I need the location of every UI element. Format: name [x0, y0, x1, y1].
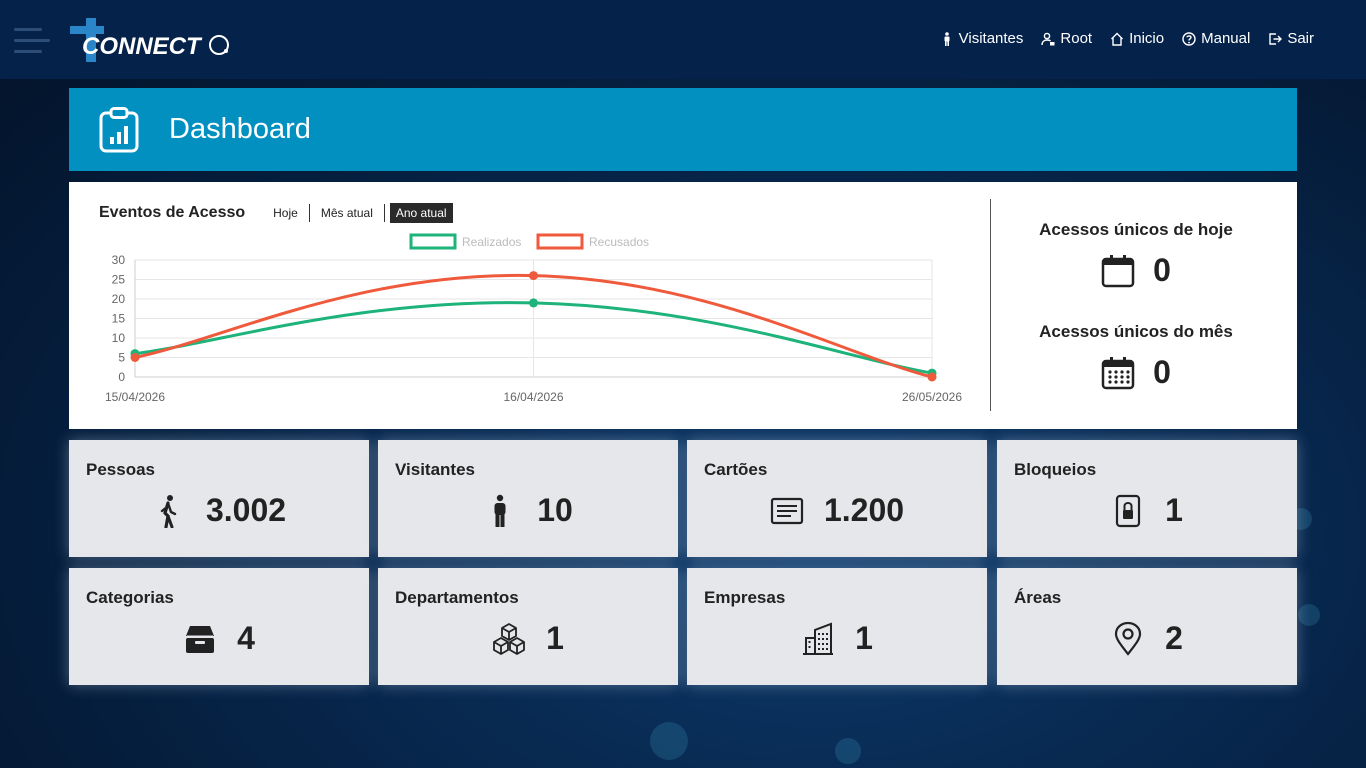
standing-person-icon [494, 494, 506, 527]
connect-logo: CONNECT [70, 18, 229, 62]
card-label: Pessoas [86, 460, 155, 479]
card-label: Visitantes [395, 460, 476, 479]
location-pin-icon [1114, 621, 1142, 656]
unique-month-value: 0 [1153, 354, 1171, 390]
card-value: 10 [537, 492, 573, 528]
y-tick-label: 5 [118, 351, 125, 365]
nav-manual[interactable]: Manual [1182, 30, 1250, 47]
card-empresas[interactable]: Empresas 1 [687, 568, 987, 685]
background-bokeh [1298, 604, 1320, 626]
nav-root[interactable]: Root [1041, 30, 1092, 47]
x-tick-label: 15/04/2026 [105, 390, 165, 404]
nav-label: Inicio [1129, 30, 1165, 47]
legend-swatch [536, 233, 584, 250]
card-value: 3.002 [205, 492, 287, 528]
y-tick-label: 30 [112, 253, 126, 267]
legend-swatch [409, 233, 457, 250]
calendar-grid-icon [1101, 356, 1135, 389]
cubes-icon [493, 622, 525, 655]
unique-month-label: Acessos únicos do mês [1039, 322, 1233, 341]
card-value: 4 [237, 620, 255, 656]
y-tick-label: 20 [112, 292, 126, 306]
card-value: 2 [1165, 620, 1183, 656]
data-point [529, 298, 538, 308]
card-label: Categorias [86, 588, 174, 607]
access-events-panel: Eventos de Acesso Hoje Mês atual Ano atu… [69, 182, 1297, 429]
box-icon [186, 625, 215, 653]
background-bokeh [650, 722, 688, 760]
user-lock-icon [1041, 32, 1055, 45]
card-value: 1 [546, 620, 564, 656]
legend-label: Realizados [462, 235, 521, 249]
legend-label: Recusados [589, 235, 649, 249]
top-nav: Visitantes Root Inicio Manual Sair [940, 30, 1314, 47]
unique-month-block: Acessos únicos do mês 0 [1009, 322, 1263, 391]
card-label: Cartões [704, 460, 768, 479]
building-icon [803, 622, 834, 655]
nav-inicio[interactable]: Inicio [1110, 30, 1164, 47]
card-label: Empresas [704, 588, 786, 607]
unique-today-label: Acessos únicos de hoje [1039, 220, 1233, 239]
nav-label: Manual [1201, 30, 1251, 47]
y-tick-label: 0 [118, 370, 125, 384]
card-bloqueios[interactable]: Bloqueios 1 [997, 440, 1297, 557]
dashboard-banner: Dashboard [69, 88, 1297, 171]
nav-sair[interactable]: Sair [1268, 30, 1314, 47]
card-departamentos[interactable]: Departamentos 1 [378, 568, 678, 685]
walking-person-icon [160, 494, 177, 528]
card-lines-icon [770, 497, 804, 524]
card-value: 1 [1165, 492, 1183, 528]
data-point [927, 372, 937, 382]
card-visitantes[interactable]: Visitantes 10 [378, 440, 678, 557]
unique-today-value: 0 [1153, 252, 1171, 288]
y-tick-label: 25 [112, 273, 126, 287]
help-circle-icon [1182, 31, 1196, 46]
data-point [529, 271, 538, 281]
nav-visitantes[interactable]: Visitantes [940, 30, 1024, 47]
access-events-chart: 0 5 10 15 20 25 30 15/04/2026 16/04/2026 26/05/20… [105, 233, 962, 404]
background-bokeh [835, 738, 861, 764]
y-tick-label: 15 [112, 312, 126, 326]
data-point [130, 353, 140, 362]
card-value: 1 [855, 620, 873, 656]
calendar-icon [1101, 254, 1135, 287]
panel-divider [990, 199, 991, 411]
menu-toggle-icon[interactable] [14, 28, 50, 54]
unique-today-block: Acessos únicos de hoje 0 [1009, 220, 1263, 289]
home-icon [1111, 32, 1124, 46]
clipboard-chart-icon [99, 106, 139, 152]
card-label: Áreas [1014, 588, 1062, 607]
logout-icon [1269, 32, 1283, 45]
top-header: CONNECT Visitantes Root Inicio Manual Sa… [0, 0, 1366, 79]
card-label: Departamentos [395, 588, 519, 607]
card-cartoes[interactable]: Cartões 1.200 [687, 440, 987, 557]
lock-icon [1115, 494, 1141, 527]
nav-label: Root [1060, 30, 1093, 47]
page-title: Dashboard [169, 113, 311, 145]
nav-label: Visitantes [958, 30, 1024, 47]
person-icon [944, 31, 950, 46]
card-categorias[interactable]: Categorias 4 [69, 568, 369, 685]
x-tick-label: 16/04/2026 [503, 390, 563, 404]
card-value: 1.200 [823, 492, 905, 528]
card-areas[interactable]: Áreas 2 [997, 568, 1297, 685]
nav-label: Sair [1287, 30, 1314, 47]
y-tick-label: 10 [112, 331, 126, 345]
card-label: Bloqueios [1014, 460, 1097, 479]
x-tick-label: 26/05/2026 [902, 390, 962, 404]
card-pessoas[interactable]: Pessoas 3.002 [69, 440, 369, 557]
svg-text:CONNECT: CONNECT [82, 33, 203, 60]
